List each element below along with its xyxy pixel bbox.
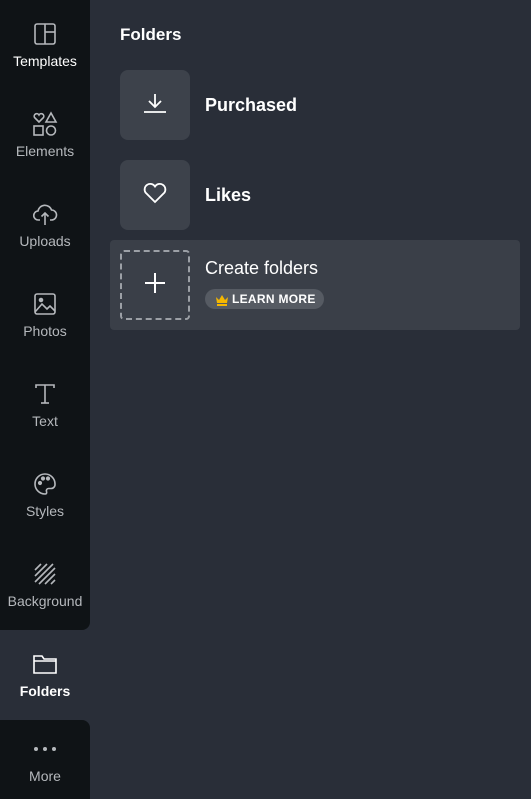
folder-thumbnail xyxy=(120,160,190,230)
sidebar-item-text[interactable]: Text xyxy=(0,360,90,450)
folder-likes[interactable]: Likes xyxy=(120,160,251,230)
sidebar-item-label: Text xyxy=(32,413,58,429)
create-folder-button[interactable] xyxy=(120,250,190,320)
sidebar-item-styles[interactable]: Styles xyxy=(0,450,90,540)
folder-label: Purchased xyxy=(205,94,298,115)
sidebar-item-label: Templates xyxy=(13,53,77,69)
sidebar-item-uploads[interactable]: Uploads xyxy=(0,180,90,270)
sidebar-item-photos[interactable]: Photos xyxy=(0,270,90,360)
folder-icon xyxy=(32,651,58,677)
sidebar-item-label: Folders xyxy=(19,683,71,699)
plus-icon xyxy=(144,272,166,299)
crown-icon xyxy=(215,293,229,306)
sidebar-item-templates[interactable]: Templates xyxy=(0,0,90,90)
palette-icon xyxy=(32,471,58,497)
elements-icon xyxy=(32,111,58,137)
more-dots-icon xyxy=(32,736,58,762)
sidebar-rail: Templates Elements Uploads Photos Text S… xyxy=(0,0,90,799)
text-icon xyxy=(32,381,58,407)
folder-purchased[interactable]: Purchased xyxy=(120,70,297,140)
templates-icon xyxy=(32,21,58,47)
sidebar-item-label: Photos xyxy=(23,323,67,339)
create-folders-label: Create folders xyxy=(205,258,319,278)
learn-more-button[interactable]: LEARN MORE xyxy=(205,289,324,309)
sidebar-item-label: More xyxy=(29,767,61,784)
create-folders-card[interactable]: Create folders LEARN MORE xyxy=(110,240,520,330)
sidebar-item-label: Background xyxy=(7,593,83,609)
folder-label: Likes xyxy=(205,184,252,205)
sidebar-item-elements[interactable]: Elements xyxy=(0,90,90,180)
folders-panel: Folders Purchased Likes Create folders L… xyxy=(90,0,531,799)
learn-more-label: LEARN MORE xyxy=(232,292,316,306)
photo-icon xyxy=(32,291,58,317)
sidebar-item-label: Uploads xyxy=(19,233,71,249)
folder-thumbnail xyxy=(120,70,190,140)
download-icon xyxy=(143,92,167,119)
sidebar-item-background[interactable]: Background xyxy=(0,540,90,630)
background-stripes-icon xyxy=(32,561,58,587)
sidebar-item-folders[interactable]: Folders xyxy=(0,630,90,720)
heart-icon xyxy=(142,182,168,209)
sidebar-item-more[interactable]: More xyxy=(0,720,90,799)
sidebar-item-label: Elements xyxy=(15,143,75,159)
sidebar-item-label: Styles xyxy=(25,503,65,519)
upload-cloud-icon xyxy=(32,201,58,227)
panel-title: Folders xyxy=(120,25,182,44)
